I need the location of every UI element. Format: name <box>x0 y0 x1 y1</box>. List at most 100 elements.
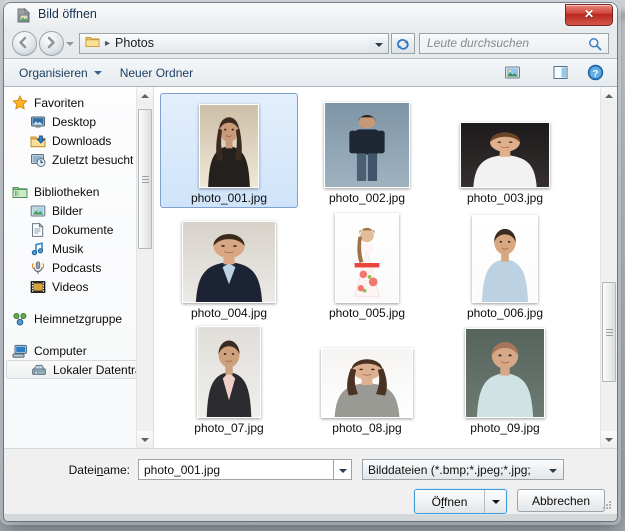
file-thumbnail-wrapper <box>299 209 435 306</box>
sidebar-group-computer[interactable]: Computer <box>4 341 153 360</box>
sidebar-item-lokaler-datentr[interactable]: Lokaler Datenträ <box>6 360 151 379</box>
view-mode-dropdown[interactable] <box>529 71 535 75</box>
organize-label: Organisieren <box>19 65 88 80</box>
sidebar-item-desktop[interactable]: Desktop <box>4 112 153 131</box>
forward-button[interactable] <box>39 30 64 56</box>
sidebar-item-dokumente[interactable]: Dokumente <box>4 220 153 239</box>
sidebar-group-spacer <box>4 169 153 182</box>
file-item[interactable]: photo_003.jpg <box>436 93 574 208</box>
help-button[interactable]: ? <box>584 62 607 83</box>
refresh-icon <box>397 38 409 50</box>
file-thumbnail-wrapper <box>161 324 297 421</box>
sidebar-item-bilder[interactable]: Bilder <box>4 201 153 220</box>
cancel-button[interactable]: Abbrechen <box>517 489 605 512</box>
back-button[interactable] <box>12 30 37 56</box>
sidebar-group-heimnetzgruppe[interactable]: Heimnetzgruppe <box>4 309 153 328</box>
file-item[interactable]: photo_002.jpg <box>298 93 436 208</box>
filename-label: Dateiname: <box>68 462 130 477</box>
photo-thumbnail <box>197 326 261 418</box>
photo-thumbnail <box>460 122 550 188</box>
open-file-dialog: Bild öffnen ✕ ▸ Photos Leute durchsuchen… <box>4 3 617 521</box>
resize-grip-icon[interactable] <box>601 499 613 511</box>
dialog-body: Favoriten Desktop Downloads Zuletzt besucht… <box>4 87 617 448</box>
sidebar-item-zuletzt-besucht[interactable]: Zuletzt besucht <box>4 150 153 169</box>
address-bar[interactable]: ▸ Photos <box>79 32 369 54</box>
file-type-value: Bilddateien (*.bmp;*.jpeg;*.jpg; <box>368 462 531 477</box>
file-thumbnail-wrapper <box>161 94 297 191</box>
sidebar-item-videos[interactable]: Videos <box>4 277 153 296</box>
preview-pane-button[interactable] <box>549 63 572 82</box>
file-thumbnail-wrapper <box>437 94 573 191</box>
sidebar-scrollbar-thumb[interactable] <box>138 109 152 249</box>
history-dropdown-button[interactable] <box>64 32 76 55</box>
filename-value: photo_001.jpg <box>144 462 221 477</box>
sidebar-group-bibliotheken[interactable]: Bibliotheken <box>4 182 153 201</box>
file-name-label: photo_006.jpg <box>466 306 544 320</box>
file-item[interactable]: photo_09.jpg <box>436 323 574 438</box>
button-row: Öffnen Abbrechen <box>16 489 605 514</box>
file-item[interactable]: photo_08.jpg <box>298 323 436 438</box>
new-folder-button[interactable]: Neuer Ordner <box>111 63 202 83</box>
file-grid: photo_001.jpg photo_002.jpg photo_003.jp… <box>154 87 600 448</box>
scroll-up-icon[interactable] <box>601 87 617 104</box>
sidebar-group-favoriten[interactable]: Favoriten <box>4 93 153 112</box>
address-dropdown-button[interactable] <box>369 32 389 54</box>
recent-places-icon <box>31 153 46 167</box>
file-name-label: photo_004.jpg <box>190 306 268 320</box>
file-thumbnail-wrapper <box>299 94 435 191</box>
close-icon: ✕ <box>583 7 595 21</box>
sidebar-group-spacer <box>4 328 153 341</box>
caret-down-icon <box>93 70 102 75</box>
scroll-down-icon[interactable] <box>601 431 617 448</box>
sidebar-item-podcasts[interactable]: Podcasts <box>4 258 153 277</box>
close-button[interactable]: ✕ <box>565 4 613 26</box>
open-dropdown-button[interactable] <box>485 490 506 513</box>
search-input[interactable]: Leute durchsuchen <box>419 32 609 54</box>
scroll-down-icon[interactable] <box>137 431 153 448</box>
sidebar-list: Favoriten Desktop Downloads Zuletzt besucht… <box>4 87 153 379</box>
open-button[interactable]: Öffnen <box>415 490 485 513</box>
file-list-pane: photo_001.jpg photo_002.jpg photo_003.jp… <box>154 87 617 448</box>
folder-icon <box>85 35 100 51</box>
file-item[interactable]: photo_004.jpg <box>160 208 298 323</box>
file-item[interactable]: photo_07.jpg <box>160 323 298 438</box>
search-placeholder: Leute durchsuchen <box>427 36 530 50</box>
open-button-group: Öffnen <box>414 489 507 514</box>
filename-dropdown-button[interactable] <box>334 459 352 480</box>
libraries-icon <box>12 186 28 198</box>
file-item[interactable]: photo_005.jpg <box>298 208 436 323</box>
organize-button[interactable]: Organisieren <box>10 63 111 83</box>
open-label: Öffnen <box>431 494 468 509</box>
new-folder-label: Neuer Ordner <box>119 65 194 80</box>
homegroup-icon <box>13 312 27 325</box>
breadcrumb[interactable]: Photos <box>115 36 154 50</box>
desktop-icon <box>31 116 45 128</box>
sidebar-item-musik[interactable]: Musik <box>4 239 153 258</box>
title-bar: Bild öffnen ✕ <box>4 3 617 28</box>
photo-thumbnail <box>199 104 259 188</box>
file-item[interactable]: photo_006.jpg <box>436 208 574 323</box>
window-title: Bild öffnen <box>38 7 97 21</box>
file-name-label: photo_002.jpg <box>328 191 406 205</box>
sidebar-group-label: Heimnetzgruppe <box>34 311 123 326</box>
view-mode-button[interactable] <box>501 63 524 82</box>
filename-input[interactable]: photo_001.jpg <box>138 459 334 480</box>
file-thumbnail-wrapper <box>437 209 573 306</box>
file-thumbnail-wrapper <box>299 324 435 421</box>
sidebar-scrollbar[interactable] <box>136 87 153 448</box>
photo-thumbnail <box>465 328 545 418</box>
file-list-scrollbar-thumb[interactable] <box>602 282 616 382</box>
help-icon: ? <box>587 64 604 81</box>
file-name-label: photo_09.jpg <box>470 421 540 435</box>
pictures-icon <box>30 205 46 216</box>
back-arrow-icon <box>19 36 27 48</box>
sidebar-item-downloads[interactable]: Downloads <box>4 131 153 150</box>
file-list-scrollbar[interactable] <box>600 87 617 448</box>
file-item[interactable]: photo_001.jpg <box>160 93 298 208</box>
file-type-select[interactable]: Bilddateien (*.bmp;*.jpeg;*.jpg; <box>362 459 564 480</box>
sidebar-group-label: Bibliotheken <box>34 184 100 199</box>
photo-thumbnail <box>472 215 538 303</box>
file-name-label: photo_003.jpg <box>466 191 544 205</box>
refresh-button[interactable] <box>391 32 415 54</box>
scroll-up-icon[interactable] <box>137 87 153 104</box>
